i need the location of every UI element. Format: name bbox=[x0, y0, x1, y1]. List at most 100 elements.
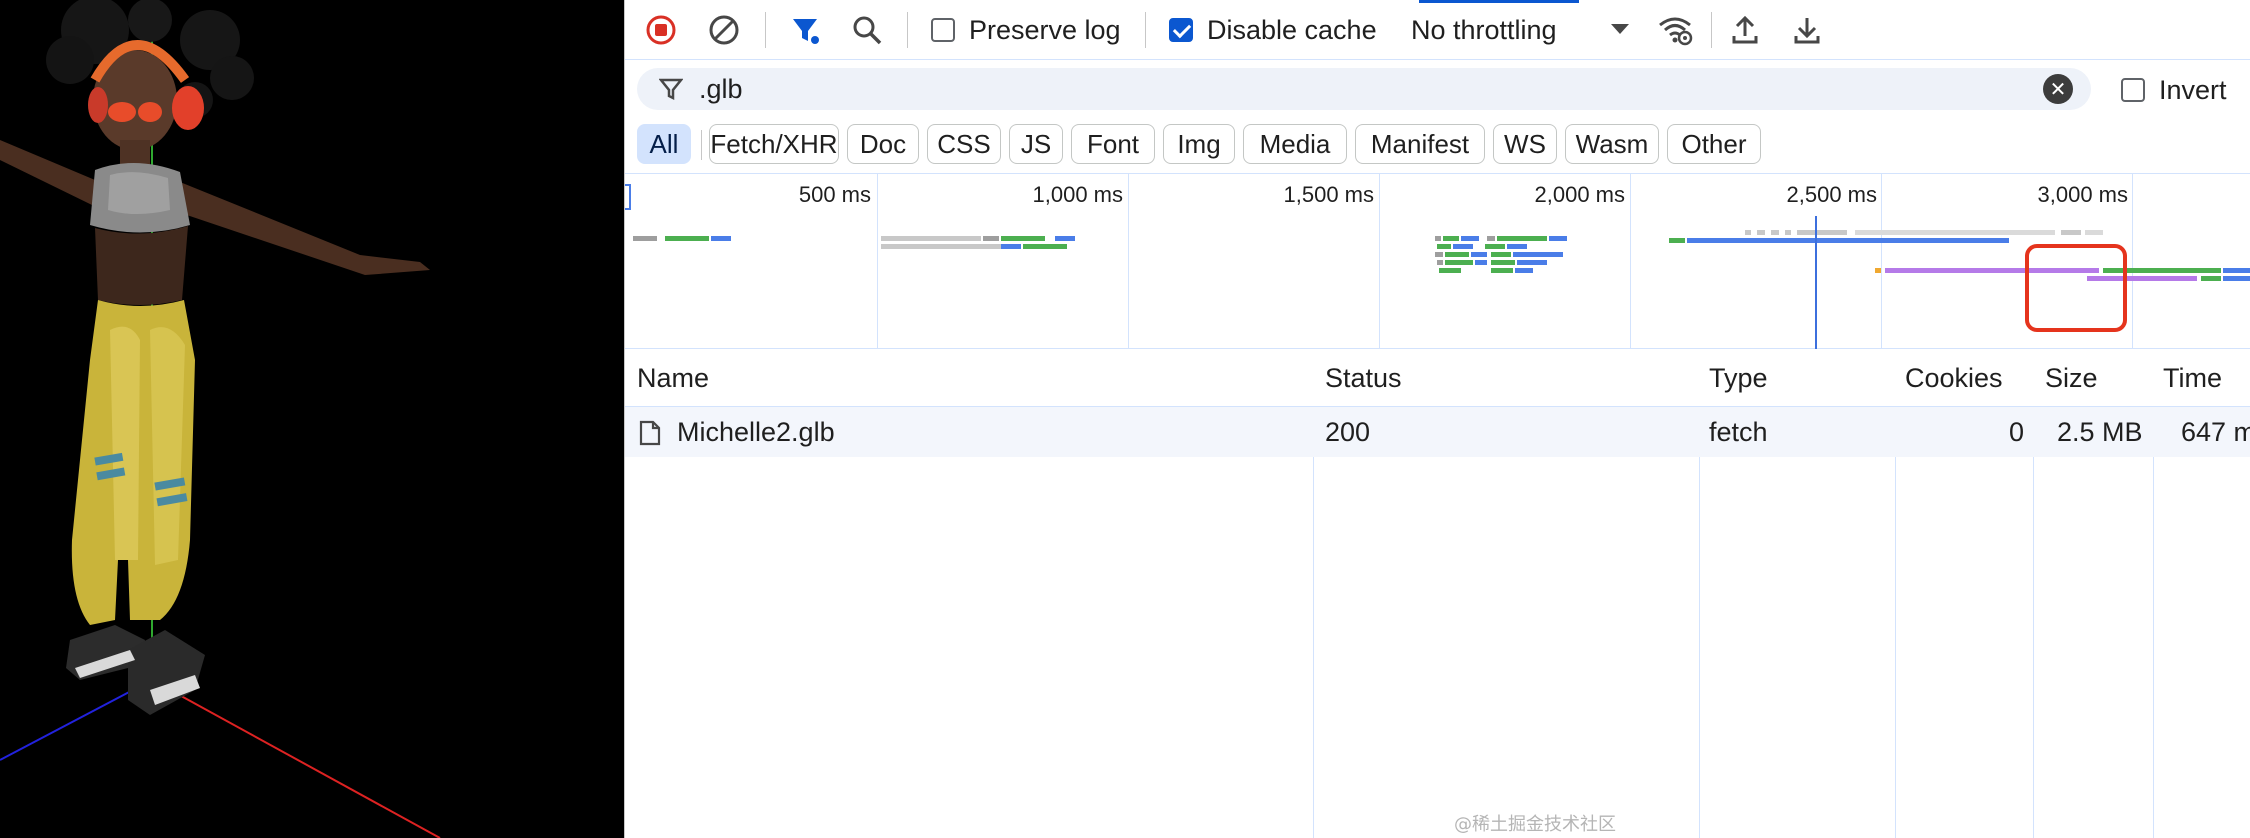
request-cookies: 0 bbox=[2009, 417, 2025, 447]
request-time: 647 m bbox=[2181, 417, 2250, 447]
overview-bar bbox=[1485, 244, 1505, 249]
import-har-upload-icon[interactable] bbox=[1725, 10, 1765, 50]
stop-recording-icon[interactable] bbox=[641, 10, 681, 50]
overview-gridline bbox=[1630, 174, 1631, 350]
filter-input[interactable]: .glb ✕ bbox=[637, 68, 2091, 110]
type-filter-ws[interactable]: WS bbox=[1493, 124, 1557, 164]
overview-bar bbox=[881, 244, 1001, 249]
disable-cache-box[interactable] bbox=[1169, 18, 1193, 42]
overview-bar bbox=[1471, 252, 1487, 257]
type-filter-label: All bbox=[649, 128, 679, 159]
type-filter-doc[interactable]: Doc bbox=[847, 124, 919, 164]
overview-bar bbox=[1785, 230, 1791, 235]
overview-gridline bbox=[1379, 174, 1380, 350]
preserve-log-box[interactable] bbox=[931, 18, 955, 42]
type-filter-other[interactable]: Other bbox=[1667, 124, 1761, 164]
type-filter-css[interactable]: CSS bbox=[927, 124, 1001, 164]
overview-gridline bbox=[877, 174, 878, 350]
type-filter-fetch-xhr[interactable]: Fetch/XHR bbox=[709, 124, 839, 164]
overview-bar bbox=[1491, 260, 1515, 265]
table-row[interactable]: Michelle2.glb 200 fetch 0 2.5 MB 647 m bbox=[625, 407, 2250, 457]
column-header-cookies[interactable]: Cookies bbox=[1905, 363, 2003, 394]
chevron-down-icon[interactable] bbox=[1611, 24, 1629, 34]
type-filter-all[interactable]: All bbox=[637, 124, 691, 164]
character-model-render bbox=[0, 0, 441, 838]
overview-bar bbox=[1439, 268, 1461, 273]
column-header-size[interactable]: Size bbox=[2045, 363, 2098, 394]
type-filter-label: Img bbox=[1177, 128, 1221, 159]
type-filter-label: JS bbox=[1020, 128, 1052, 159]
invert-label: Invert bbox=[2159, 74, 2227, 105]
overview-bar bbox=[1023, 244, 1067, 249]
type-filter-label: WS bbox=[1504, 128, 1546, 159]
overview-tick-label: 3,000 ms bbox=[2037, 182, 2129, 207]
overview-gridline bbox=[1128, 174, 1129, 350]
overview-playhead bbox=[1815, 216, 1817, 350]
type-filter-label: Doc bbox=[859, 128, 907, 159]
requests-table: Name Status Type Cookies Size Time Miche… bbox=[625, 349, 2250, 838]
timeline-overview[interactable]: 500 ms 1,000 ms 1,500 ms 2,000 ms 2,500 … bbox=[625, 173, 2250, 350]
overview-bar bbox=[1507, 244, 1527, 249]
overview-bar bbox=[1515, 268, 1533, 273]
toolbar-divider bbox=[1145, 12, 1146, 48]
throttling-select[interactable]: No throttling bbox=[1411, 14, 1557, 46]
column-header-status[interactable]: Status bbox=[1325, 363, 1402, 394]
overview-tick-label: 2,500 ms bbox=[1786, 182, 1878, 207]
disable-cache-label: Disable cache bbox=[1207, 14, 1377, 45]
overview-bar bbox=[2061, 230, 2081, 235]
overview-bar bbox=[1437, 244, 1451, 249]
overview-tick-label: 1,000 ms bbox=[1032, 182, 1124, 207]
type-filter-font[interactable]: Font bbox=[1071, 124, 1155, 164]
type-filter-label: Media bbox=[1259, 128, 1331, 159]
preserve-log-label: Preserve log bbox=[969, 14, 1121, 45]
filter-icon bbox=[659, 78, 683, 101]
overview-bar bbox=[2201, 276, 2221, 281]
disable-cache-checkbox[interactable]: Disable cache bbox=[1169, 14, 1377, 46]
network-conditions-wifi-icon[interactable] bbox=[1655, 10, 1695, 50]
overview-bar bbox=[1513, 252, 1563, 257]
overview-bar bbox=[1875, 268, 1881, 273]
filter-value: .glb bbox=[699, 74, 743, 104]
request-name[interactable]: Michelle2.glb bbox=[677, 417, 835, 448]
type-filter-js[interactable]: JS bbox=[1009, 124, 1063, 164]
overview-bar bbox=[665, 236, 709, 241]
column-header-time[interactable]: Time bbox=[2163, 363, 2222, 394]
overview-bar bbox=[1757, 230, 1765, 235]
overview-bar bbox=[711, 236, 731, 241]
overview-gridline bbox=[1881, 174, 1882, 350]
column-header-name[interactable]: Name bbox=[637, 363, 709, 394]
filter-funnel-icon[interactable] bbox=[785, 10, 825, 50]
type-filter-wasm[interactable]: Wasm bbox=[1565, 124, 1659, 164]
overview-range-handle[interactable] bbox=[625, 184, 631, 210]
type-filter-img[interactable]: Img bbox=[1163, 124, 1235, 164]
throttling-value: No throttling bbox=[1411, 14, 1557, 45]
overview-bar bbox=[1491, 252, 1511, 257]
request-type: fetch bbox=[1709, 417, 1768, 447]
search-icon[interactable] bbox=[847, 10, 887, 50]
overview-bar bbox=[1475, 260, 1487, 265]
type-filter-manifest[interactable]: Manifest bbox=[1355, 124, 1485, 164]
overview-bar bbox=[2085, 230, 2103, 235]
column-header-type[interactable]: Type bbox=[1709, 363, 1768, 394]
type-filter-label: Manifest bbox=[1370, 128, 1470, 159]
overview-bar bbox=[1745, 230, 1751, 235]
overview-bar bbox=[1453, 244, 1473, 249]
clear-filter-icon[interactable]: ✕ bbox=[2043, 74, 2073, 104]
type-filter-media[interactable]: Media bbox=[1243, 124, 1347, 164]
overview-bar bbox=[1497, 236, 1547, 241]
type-filter-label: Font bbox=[1086, 128, 1140, 159]
3d-viewport-canvas[interactable] bbox=[0, 0, 624, 838]
overview-bar bbox=[1491, 268, 1513, 273]
watermark: @稀土掘金技术社区 bbox=[1454, 814, 1616, 835]
invert-box[interactable] bbox=[2121, 78, 2145, 102]
invert-checkbox[interactable]: Invert bbox=[2121, 74, 2227, 106]
preserve-log-checkbox[interactable]: Preserve log bbox=[931, 14, 1121, 46]
size-highlight-box bbox=[2025, 244, 2127, 332]
toolbar-divider bbox=[765, 12, 766, 48]
export-har-download-icon[interactable] bbox=[1787, 10, 1827, 50]
clear-icon[interactable] bbox=[704, 10, 744, 50]
toolbar-divider bbox=[1711, 12, 1712, 48]
overview-bar bbox=[2223, 268, 2250, 273]
overview-bar bbox=[1797, 230, 1847, 235]
overview-bar bbox=[1445, 260, 1473, 265]
